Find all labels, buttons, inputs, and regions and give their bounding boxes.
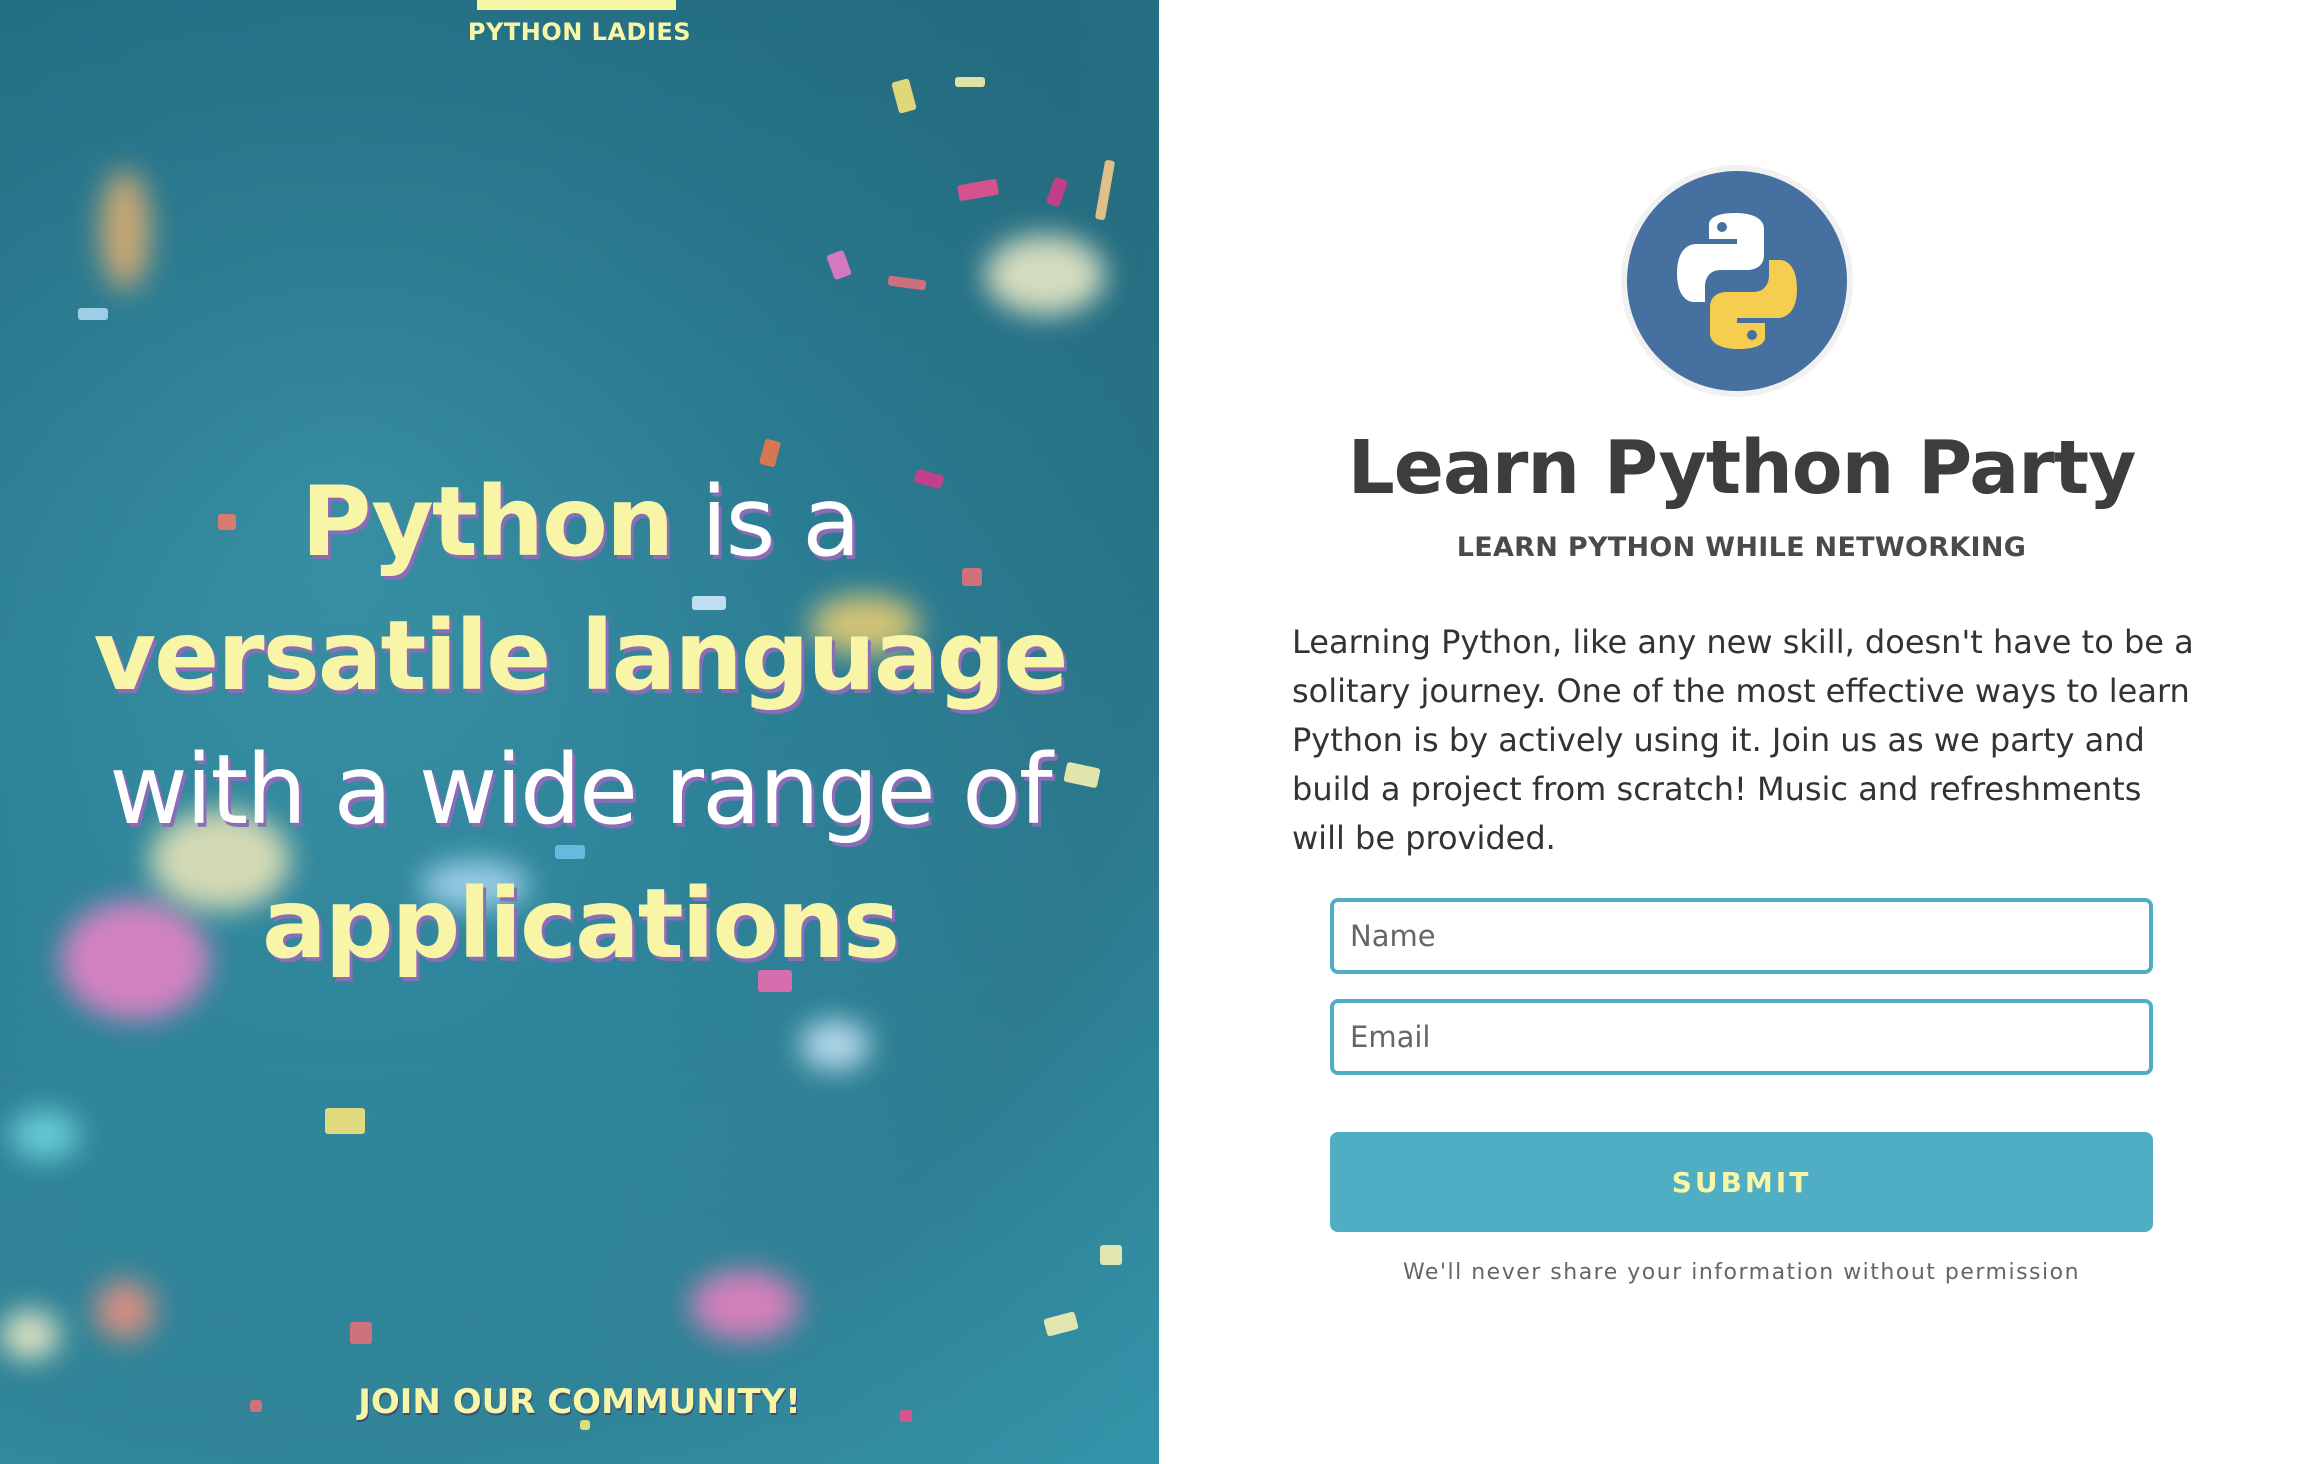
confetti-piece [1094,159,1116,221]
page-title: Learn Python Party [1347,425,2137,511]
confetti-piece [1100,1245,1122,1265]
python-logo-icon [1627,171,1847,391]
email-field[interactable] [1330,999,2153,1075]
confetti-blob [100,170,150,290]
privacy-note: We'll never share your information witho… [1402,1260,2081,1285]
headline-highlight: applications [262,868,900,980]
confetti-piece [887,275,927,291]
confetti-blob [95,1280,155,1340]
signup-panel: Learn Python Party LEARN PYTHON WHILE NE… [1159,0,2324,1464]
confetti-piece [826,249,852,281]
confetti-piece [955,77,985,87]
submit-button[interactable]: SUBMIT [1330,1132,2153,1232]
confetti-piece [325,1108,365,1134]
brand-accent-bar [477,0,676,10]
headline-highlight: Python [301,466,674,578]
logo [1621,165,1853,397]
headline-highlight: versatile language [93,600,1069,712]
confetti-piece [891,78,917,114]
confetti-piece [956,178,1000,202]
join-community-link[interactable]: JOIN OUR COMMUNITY! [0,1382,1159,1422]
headline-text: is a [672,466,861,578]
page: PYTHON LADIES Python is a versatile lang… [0,0,2324,1464]
confetti-piece [78,308,108,320]
name-field[interactable] [1330,898,2153,974]
page-subtitle: LEARN PYTHON WHILE NETWORKING [1456,532,2027,563]
confetti-blob [0,1310,60,1360]
confetti-blob [800,1020,870,1070]
confetti-piece [1043,1311,1079,1337]
event-description: Learning Python, like any new skill, doe… [1292,623,2194,857]
confetti-blob [690,1270,800,1340]
brand-name: PYTHON LADIES [467,18,692,46]
confetti-piece [350,1322,372,1344]
hero-panel: PYTHON LADIES Python is a versatile lang… [0,0,1159,1464]
confetti-blob [10,1110,80,1160]
confetti-blob [985,235,1105,315]
hero-headline: Python is a versatile language with a wi… [60,455,1100,991]
confetti-piece [1045,176,1069,208]
headline-text: with a wide range of [109,734,1052,846]
